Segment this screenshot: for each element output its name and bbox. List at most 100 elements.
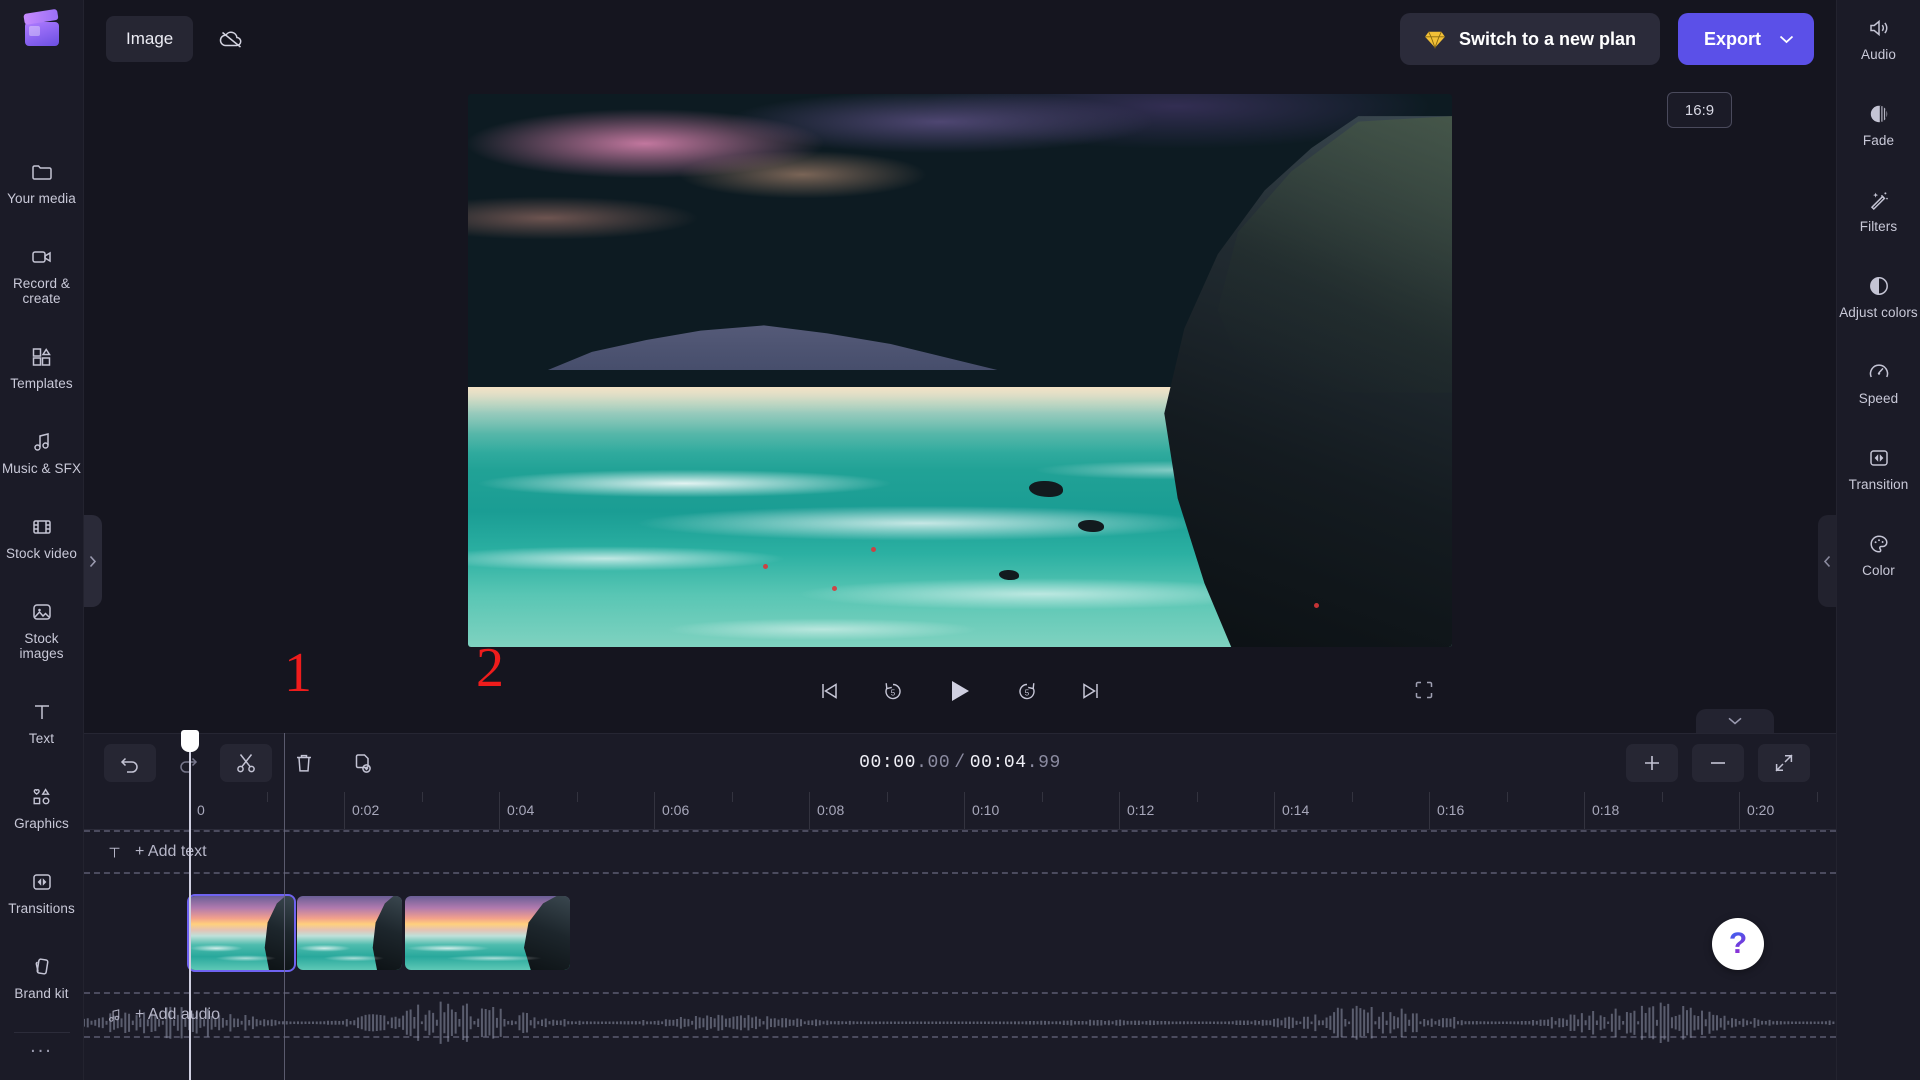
left-sidebar-items: Your media Record & create Templates Mus… — [0, 150, 83, 1057]
ruler-tick — [654, 792, 655, 829]
help-button[interactable]: ? — [1712, 918, 1764, 970]
sidebar-item-stock-video[interactable]: Stock video — [0, 505, 84, 569]
editor-main: Image Switch to a new plan Export 16:9 5… — [84, 0, 1836, 1080]
video-clip-3[interactable] — [405, 896, 570, 970]
skip-next-icon — [1083, 683, 1098, 699]
sidebar-item-label: Transitions — [8, 901, 75, 916]
sidebar-item-music-sfx[interactable]: Music & SFX — [0, 420, 84, 484]
chevron-right-icon — [89, 555, 97, 567]
duplicate-button[interactable] — [336, 744, 388, 782]
delete-button[interactable] — [278, 744, 330, 782]
cloud-off-icon — [220, 31, 242, 48]
sidebar-item-label: Filters — [1859, 219, 1898, 234]
export-label: Export — [1703, 28, 1761, 49]
play-button[interactable] — [940, 671, 980, 711]
sidebar-item-transitions[interactable]: Transitions — [0, 860, 84, 924]
magic-wand-icon — [1870, 192, 1888, 211]
ruler-label: 0:06 — [662, 802, 690, 818]
sidebar-item-label: Stock video — [6, 546, 77, 561]
svg-text:5: 5 — [891, 689, 896, 698]
folder-icon — [31, 165, 52, 180]
collapse-timeline-button[interactable] — [1696, 709, 1774, 733]
sidebar-more-button[interactable]: ... — [30, 1036, 53, 1057]
export-button[interactable]: Export — [1677, 13, 1814, 65]
fit-to-timeline-button[interactable] — [1758, 744, 1810, 782]
undo-button[interactable] — [104, 744, 156, 782]
sidebar-item-label: Record & create — [12, 276, 71, 306]
video-track[interactable] — [84, 894, 1836, 972]
sidebar-item-label: Templates — [10, 376, 73, 391]
ruler-label: 0:04 — [507, 802, 535, 818]
sidebar-item-stock-images[interactable]: Stock images — [0, 590, 84, 669]
collapse-right-panel-button[interactable] — [1818, 515, 1836, 607]
switch-plan-label: Switch to a new plan — [1458, 28, 1636, 49]
sidebar-item-speed[interactable]: Speed — [1837, 350, 1920, 414]
sidebar-item-label: Text — [28, 731, 55, 746]
switch-plan-button[interactable]: Switch to a new plan — [1399, 13, 1660, 65]
trash-icon — [297, 754, 311, 772]
gem-icon — [1425, 31, 1445, 49]
zoom-in-button[interactable] — [1626, 744, 1678, 782]
add-text-label: + Add text — [135, 843, 207, 860]
fullscreen-icon — [1415, 681, 1433, 699]
ruler-tick-minor — [886, 792, 888, 802]
audio-track[interactable]: + Add audio — [84, 992, 1836, 1044]
waveform-path — [84, 1001, 1835, 1044]
timecode-display: 00:00.00/00:04.99 — [859, 753, 1061, 773]
timeline-guide-line — [284, 733, 285, 1080]
ruler-tick — [1274, 792, 1275, 829]
sidebar-item-color[interactable]: Color — [1837, 522, 1920, 586]
rewind-5-button[interactable]: 5 — [876, 674, 910, 708]
zoom-out-button[interactable] — [1692, 744, 1744, 782]
music-note-icon — [109, 1008, 120, 1022]
rewind-5-icon: 5 — [885, 683, 901, 700]
cloud-off-button[interactable] — [209, 17, 253, 61]
sidebar-item-adjust-colors[interactable]: Adjust colors — [1837, 264, 1920, 328]
timeline-ruler[interactable]: 0 0:02 0:04 0:06 0:08 0:10 0:12 0:14 0:16 0:18 0:2… — [84, 792, 1836, 830]
skip-to-end-button[interactable] — [1074, 674, 1108, 708]
ruler-tick — [964, 792, 965, 829]
redo-icon — [180, 757, 198, 773]
sidebar-item-record-create[interactable]: Record & create — [0, 235, 84, 314]
current-time-ms: .00 — [916, 753, 951, 773]
shapes-icon — [32, 788, 50, 805]
sidebar-item-transition[interactable]: Transition — [1837, 436, 1920, 500]
media-type-chip[interactable]: Image — [106, 16, 194, 62]
video-clip-1[interactable] — [187, 894, 296, 972]
sidebar-item-brand-kit[interactable]: Brand kit — [0, 945, 84, 1009]
sidebar-item-templates[interactable]: Templates — [0, 335, 84, 399]
video-preview[interactable] — [468, 94, 1452, 647]
text-track[interactable]: + Add text — [84, 830, 1836, 874]
ruler-tick-minor — [731, 792, 733, 802]
sidebar-item-text[interactable]: Text — [0, 690, 84, 754]
sidebar-divider — [13, 1032, 70, 1033]
timeline-zoom-controls — [1626, 744, 1816, 782]
ruler-tick-minor — [266, 792, 268, 802]
video-clip-2[interactable] — [297, 896, 402, 970]
ruler-tick — [1119, 792, 1120, 829]
sidebar-item-filters[interactable]: Filters — [1837, 178, 1920, 242]
ruler-tick — [1584, 792, 1585, 829]
sidebar-item-label: Stock images — [19, 631, 64, 661]
aspect-ratio-button[interactable]: 16:9 — [1667, 92, 1732, 128]
playhead[interactable] — [181, 730, 199, 1080]
forward-5-button[interactable]: 5 — [1010, 674, 1044, 708]
contrast-circle-icon — [1869, 277, 1888, 295]
playhead-handle[interactable] — [181, 730, 199, 752]
split-button[interactable] — [220, 744, 272, 782]
sidebar-item-fade[interactable]: Fade — [1837, 92, 1920, 156]
ruler-tick — [499, 792, 500, 829]
sidebar-item-audio[interactable]: Audio — [1837, 6, 1920, 70]
ruler-tick-minor — [1816, 792, 1818, 802]
ruler-tick-minor — [1661, 792, 1663, 802]
chevron-down-icon — [1779, 35, 1794, 43]
skip-to-start-button[interactable] — [812, 674, 846, 708]
clipchamp-logo-icon[interactable] — [22, 8, 62, 48]
sidebar-item-graphics[interactable]: Graphics — [0, 775, 84, 839]
sidebar-item-your-media[interactable]: Your media — [0, 150, 84, 214]
sidebar-item-label: Adjust colors — [1839, 305, 1918, 320]
chevron-down-icon — [1728, 717, 1742, 725]
collapse-left-panel-button[interactable] — [84, 515, 102, 607]
fullscreen-button[interactable] — [1408, 674, 1440, 706]
undo-icon — [120, 757, 138, 773]
